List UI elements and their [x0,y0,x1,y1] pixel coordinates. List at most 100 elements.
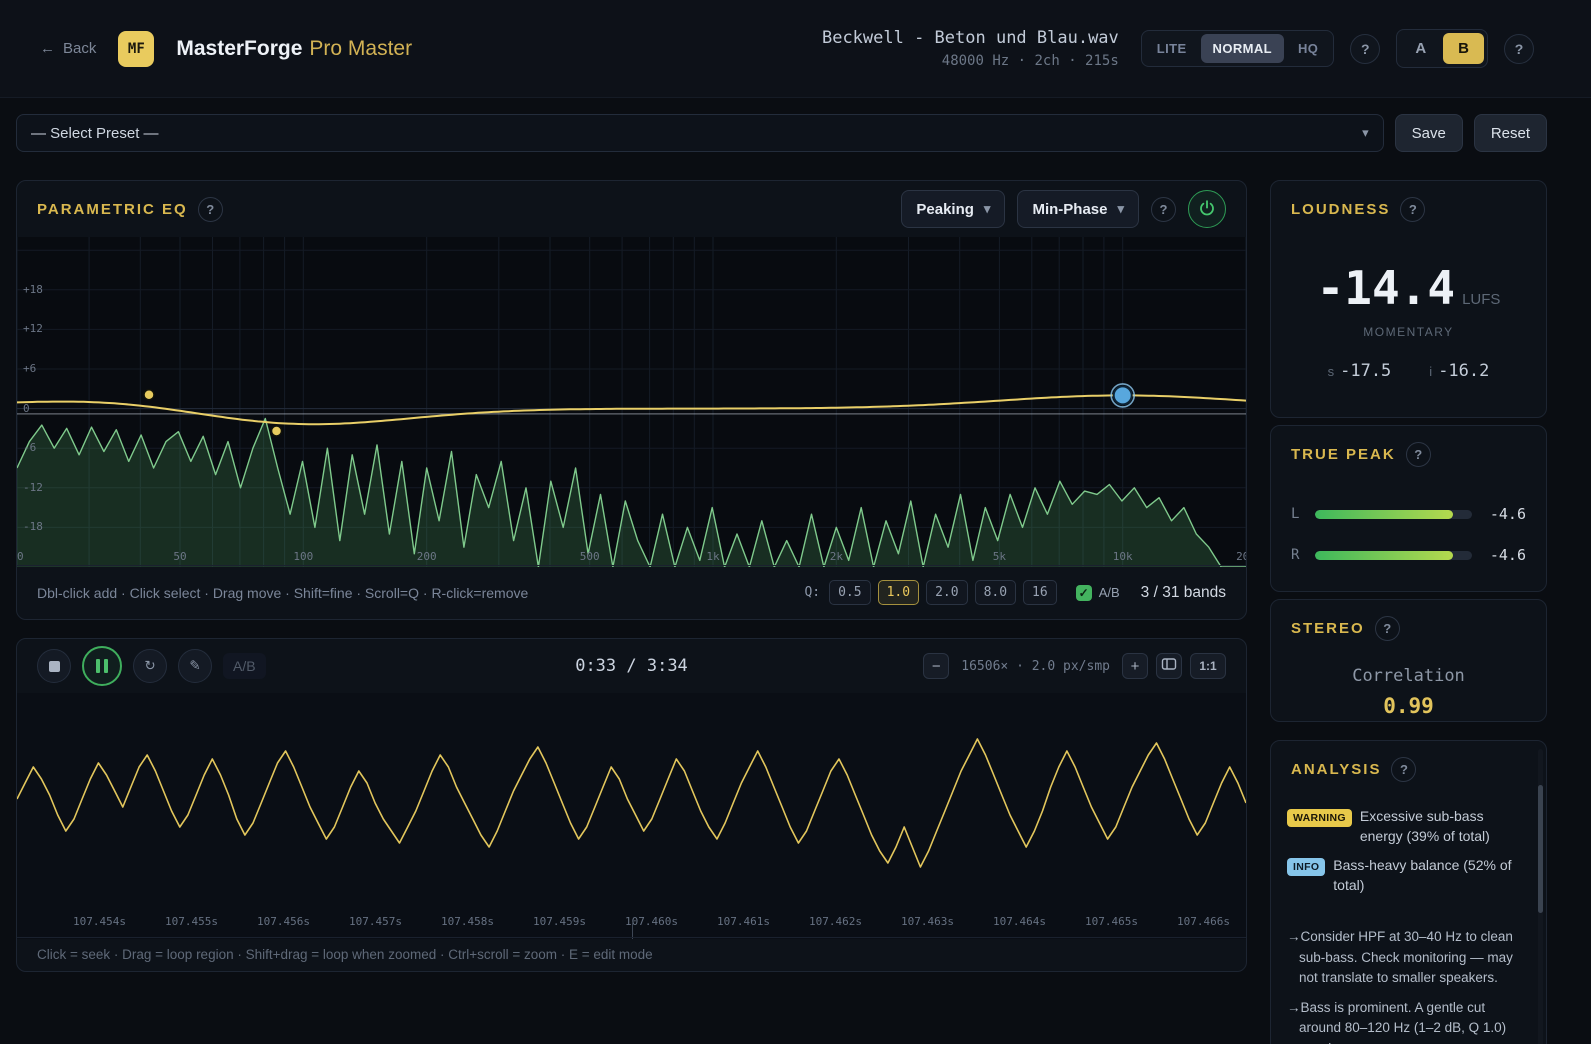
loudness-title: LOUDNESS [1291,200,1391,218]
eq-db-label: +18 [23,282,43,296]
eq-freq-label: 20 [17,550,24,563]
preset-select[interactable]: — Select Preset — ▾ [16,114,1384,152]
loop-button[interactable]: ↻ [133,649,167,683]
eq-freq-label: 200 [416,550,437,563]
ab-help-button[interactable]: ? [1504,33,1534,64]
waveform-footer: Click = seek · Drag = loop region · Shif… [17,937,1246,971]
stereo-help-button[interactable]: ? [1374,615,1400,641]
quality-switch: LITE NORMAL HQ [1140,30,1335,67]
quality-lite-button[interactable]: LITE [1145,34,1199,63]
waveform-chart [17,738,1246,868]
analysis-tip: →Bass is prominent. A gentle cut around … [1287,1000,1507,1044]
zoom-out-button[interactable]: − [923,653,950,679]
quality-hq-button[interactable]: HQ [1286,34,1330,63]
q-preset-8.0-button[interactable]: 8.0 [974,580,1017,605]
eq-freq-label: 20k [1236,550,1246,563]
q-label: Q: [804,585,821,600]
zoom-in-button[interactable]: + [1122,653,1148,679]
integrated-loudness: i -16.2 [1429,361,1490,381]
analysis-scrollbar-thumb[interactable] [1538,785,1543,913]
eq-db-label: 0 [23,401,30,415]
parametric-eq-panel: PARAMETRIC EQ ? Peaking ▾ Min-Phase ▾ ? [16,180,1247,620]
eq-freq-axis: 20 50 100 200 500 1k 2k 5k 10k 20k [17,550,1246,564]
file-meta: 48000 Hz · 2ch · 215s [941,53,1119,69]
file-title: Beckwell - Beton und Blau.wav [821,28,1119,48]
true-peak-title: TRUE PEAK [1291,445,1396,463]
eq-db-label: +6 [23,362,37,375]
eq-freq-label: 1k [706,550,720,563]
eq-ab-checkbox[interactable]: ✓ A/B [1075,584,1120,601]
correlation-label: Correlation [1352,666,1465,686]
waveform-hint-text: Click = seek · Drag = loop region · Shif… [37,947,653,962]
chevron-down-icon: ▾ [1117,201,1124,216]
eq-power-button[interactable] [1188,190,1226,228]
transport-ab-button[interactable]: A/B [223,653,266,679]
quality-normal-button[interactable]: NORMAL [1200,34,1284,63]
stop-icon [48,660,60,672]
true-peak-help-button[interactable]: ? [1405,441,1431,467]
app-window: ← Back MF MasterForge Pro Master Beckwel… [0,0,1591,1044]
stereo-title: STEREO [1291,619,1365,637]
eq-db-label: -12 [23,480,43,494]
ab-a-button[interactable]: A [1400,33,1441,64]
loudness-help-button[interactable]: ? [1400,196,1426,222]
analysis-help-button[interactable]: ? [1391,756,1417,782]
eq-db-label: -6 [23,441,37,455]
eq-ab-label: A/B [1098,585,1120,600]
stereo-panel: STEREO ? Correlation 0.99 [1270,599,1547,722]
phase-mode-select[interactable]: Min-Phase ▾ [1017,190,1139,228]
analysis-info-item: INFO Bass-heavy balance (52% of total) [1271,856,1546,895]
pencil-icon: ✎ [189,658,201,673]
analysis-panel: ANALYSIS ? WARNING Excessive sub-bass en… [1270,740,1547,1044]
pause-button[interactable] [82,646,122,686]
warning-badge: WARNING [1287,809,1352,827]
short-term-loudness: s -17.5 [1327,361,1392,381]
filter-type-value: Peaking [916,200,974,218]
phase-help-button[interactable]: ? [1151,196,1176,222]
info-badge: INFO [1287,858,1326,877]
waveform-panel: ↻ ✎ A/B 0:33 / 3:34 − 16506× · 2.0 px/sm… [16,638,1247,972]
waveform-display[interactable]: 107.454s 107.455s 107.456s 107.457s 107.… [17,693,1246,939]
q-preset-2.0-button[interactable]: 2.0 [926,580,968,605]
analysis-tip: →Consider HPF at 30–40 Hz to clean sub-b… [1287,929,1513,985]
checkbox-checked-icon: ✓ [1075,584,1092,601]
preset-select-value: — Select Preset — [31,124,159,142]
true-peak-right-meter [1315,550,1472,560]
app-title: MasterForge Pro Master [176,37,412,61]
eq-footer: Dbl-click add · Click select · Drag move… [17,565,1246,619]
q-preset-1.0-button[interactable]: 1.0 [877,580,920,605]
eq-freq-label: 2k [829,550,843,563]
q-preset-16-button[interactable]: 16 [1023,580,1057,605]
ab-b-button[interactable]: B [1443,33,1484,64]
fit-view-icon [1161,657,1177,675]
eq-band-handle[interactable] [270,425,283,437]
true-peak-left-meter [1315,509,1472,519]
power-icon [1198,199,1216,220]
phase-mode-value: Min-Phase [1032,200,1108,218]
loop-icon: ↻ [144,658,156,673]
filter-type-select[interactable]: Peaking ▾ [901,190,1006,228]
correlation-value: 0.99 [1383,694,1434,718]
back-arrow-icon: ← [40,40,55,57]
eq-freq-label: 5k [992,550,1006,563]
analysis-warning-item: WARNING Excessive sub-bass energy (39% o… [1271,807,1546,846]
save-button[interactable]: Save [1394,114,1463,152]
edit-button[interactable]: ✎ [178,649,212,683]
zoom-level-label: 16506× · 2.0 px/smp [961,658,1110,674]
back-button[interactable]: ← Back [40,40,96,57]
eq-help-button[interactable]: ? [197,196,223,222]
eq-graph[interactable]: +18 +12 +6 0 -6 -12 -18 20 50 100 200 500 1k 2k 5k 10k… [17,237,1246,567]
eq-band-handle[interactable] [143,388,155,401]
loudness-unit: LUFS [1462,291,1501,308]
quality-help-button[interactable]: ? [1350,33,1381,64]
fit-view-button[interactable] [1156,653,1182,679]
eq-band-handle-selected[interactable] [1112,385,1133,406]
q-preset-0.5-button[interactable]: 0.5 [829,580,871,605]
app-name: MasterForge [176,36,303,60]
app-tagline: Pro Master [309,36,413,60]
reset-button[interactable]: Reset [1473,114,1547,152]
loudness-mode-label: MOMENTARY [1363,325,1454,339]
one-to-one-zoom-button[interactable]: 1:1 [1190,653,1226,679]
transport-toolbar: ↻ ✎ A/B 0:33 / 3:34 − 16506× · 2.0 px/sm… [17,639,1246,693]
stop-button[interactable] [37,649,71,683]
